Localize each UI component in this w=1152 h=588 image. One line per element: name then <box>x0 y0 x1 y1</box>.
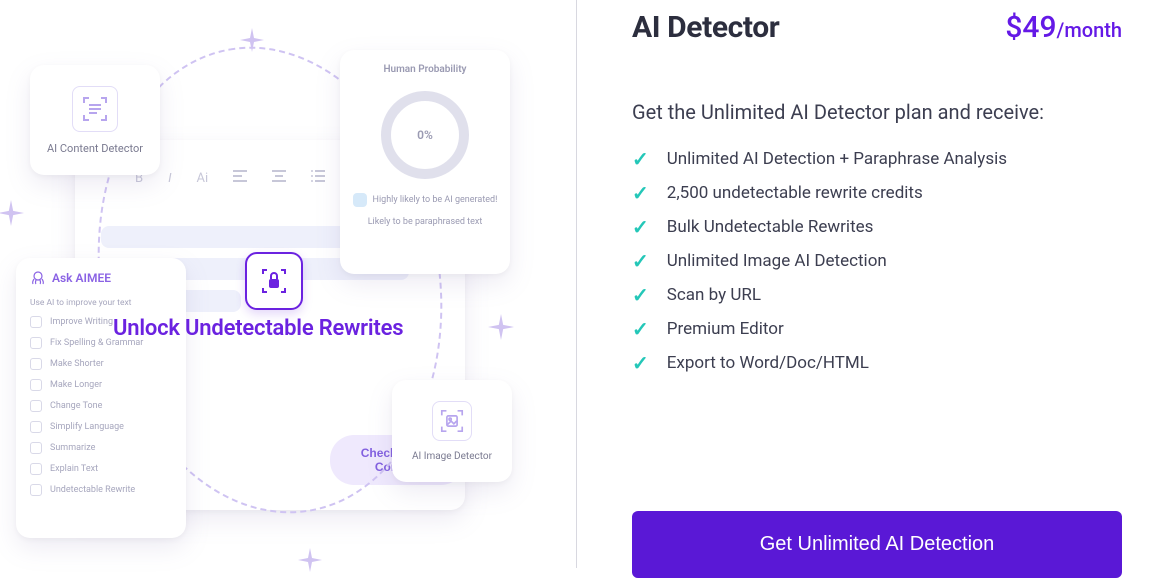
probability-ring: 0% <box>381 91 469 179</box>
aimee-item-icon <box>30 316 42 328</box>
aimee-item-icon <box>30 463 42 475</box>
check-icon: ✓ <box>632 285 649 305</box>
check-icon: ✓ <box>632 319 649 339</box>
ai-image-detector-card: AI Image Detector <box>392 380 512 482</box>
feature-item: ✓ Bulk Undetectable Rewrites <box>632 217 1122 237</box>
aimee-item-icon <box>30 484 42 496</box>
aimee-item: Explain Text <box>30 463 172 475</box>
feature-label: Unlimited Image AI Detection <box>667 251 887 271</box>
aimee-item-icon <box>30 358 42 370</box>
ask-aimee-subtitle: Use AI to improve your text <box>30 298 172 308</box>
sparkle-icon <box>240 28 264 52</box>
feature-label: Unlimited AI Detection + Paraphrase Anal… <box>667 149 1007 169</box>
aimee-item-label: Make Shorter <box>50 359 104 369</box>
plan-price: $49/month <box>1005 10 1122 45</box>
plan-title: AI Detector <box>632 10 779 45</box>
aimee-item: Simplify Language <box>30 421 172 433</box>
sparkle-icon <box>298 548 322 572</box>
feature-list: ✓ Unlimited AI Detection + Paraphrase Ana… <box>632 149 1122 373</box>
check-icon: ✓ <box>632 149 649 169</box>
aimee-item: Undetectable Rewrite <box>30 484 172 496</box>
probability-line-1: Highly likely to be AI generated! <box>353 193 498 207</box>
octopus-icon <box>30 270 46 286</box>
feature-item: ✓ Scan by URL <box>632 285 1122 305</box>
sparkle-icon <box>0 200 24 226</box>
ai-image-detector-label: AI Image Detector <box>412 451 492 462</box>
feature-item: ✓ 2,500 undetectable rewrite credits <box>632 183 1122 203</box>
feature-label: Scan by URL <box>667 285 761 305</box>
aimee-item: Make Shorter <box>30 358 172 370</box>
aimee-item-icon <box>30 337 42 349</box>
image-scan-icon <box>432 401 472 441</box>
aimee-item-label: Simplify Language <box>50 422 124 432</box>
aimee-item-icon <box>30 442 42 454</box>
probability-value: 0% <box>417 128 433 142</box>
unlock-headline: Unlock Undetectable Rewrites <box>113 316 403 341</box>
probability-card: Human Probability 0% Highly likely to be… <box>340 50 510 274</box>
robot-icon <box>353 193 367 207</box>
feature-label: Export to Word/Doc/HTML <box>667 353 869 373</box>
feature-label: Premium Editor <box>667 319 784 339</box>
feature-item: ✓ Unlimited Image AI Detection <box>632 251 1122 271</box>
check-icon: ✓ <box>632 217 649 237</box>
probability-line-2: Likely to be paraphrased text <box>368 217 483 227</box>
sparkle-icon <box>488 314 514 340</box>
lock-icon <box>259 266 289 296</box>
ai-content-detector-label: AI Content Detector <box>47 142 143 155</box>
aimee-item-icon <box>30 421 42 433</box>
pricing-panel: AI Detector $49/month Get the Unlimited … <box>576 0 1152 588</box>
aimee-item-label: Improve Writing <box>50 317 113 327</box>
ask-aimee-card: Ask AIMEE Use AI to improve your text Im… <box>16 258 186 538</box>
feature-item: ✓ Unlimited AI Detection + Paraphrase Ana… <box>632 149 1122 169</box>
probability-title: Human Probability <box>383 64 466 75</box>
aimee-item-label: Make Longer <box>50 380 102 390</box>
feature-item: ✓ Premium Editor <box>632 319 1122 339</box>
aimee-item-label: Change Tone <box>50 401 102 411</box>
document-scan-icon <box>72 86 118 132</box>
ask-aimee-title: Ask AIMEE <box>30 270 172 286</box>
aimee-item: Make Longer <box>30 379 172 391</box>
aimee-list: Improve WritingFix Spelling & GrammarMak… <box>30 316 172 496</box>
get-unlimited-button[interactable]: Get Unlimited AI Detection <box>632 511 1122 578</box>
plan-subtitle: Get the Unlimited AI Detector plan and r… <box>632 100 1122 124</box>
aimee-item-label: Undetectable Rewrite <box>50 485 135 495</box>
illustration-panel: B I Ai ¶ Check For AI Content <box>0 0 576 588</box>
check-icon: ✓ <box>632 251 649 271</box>
aimee-item-label: Explain Text <box>50 464 98 474</box>
aimee-item: Summarize <box>30 442 172 454</box>
aimee-item-icon <box>30 400 42 412</box>
aimee-item-icon <box>30 379 42 391</box>
feature-item: ✓ Export to Word/Doc/HTML <box>632 353 1122 373</box>
aimee-item: Change Tone <box>30 400 172 412</box>
lock-tile <box>245 252 303 310</box>
feature-label: Bulk Undetectable Rewrites <box>667 217 874 237</box>
aimee-item-label: Summarize <box>50 443 95 453</box>
ai-content-detector-card: AI Content Detector <box>30 65 160 175</box>
check-icon: ✓ <box>632 183 649 203</box>
feature-label: 2,500 undetectable rewrite credits <box>667 183 923 203</box>
check-icon: ✓ <box>632 353 649 373</box>
